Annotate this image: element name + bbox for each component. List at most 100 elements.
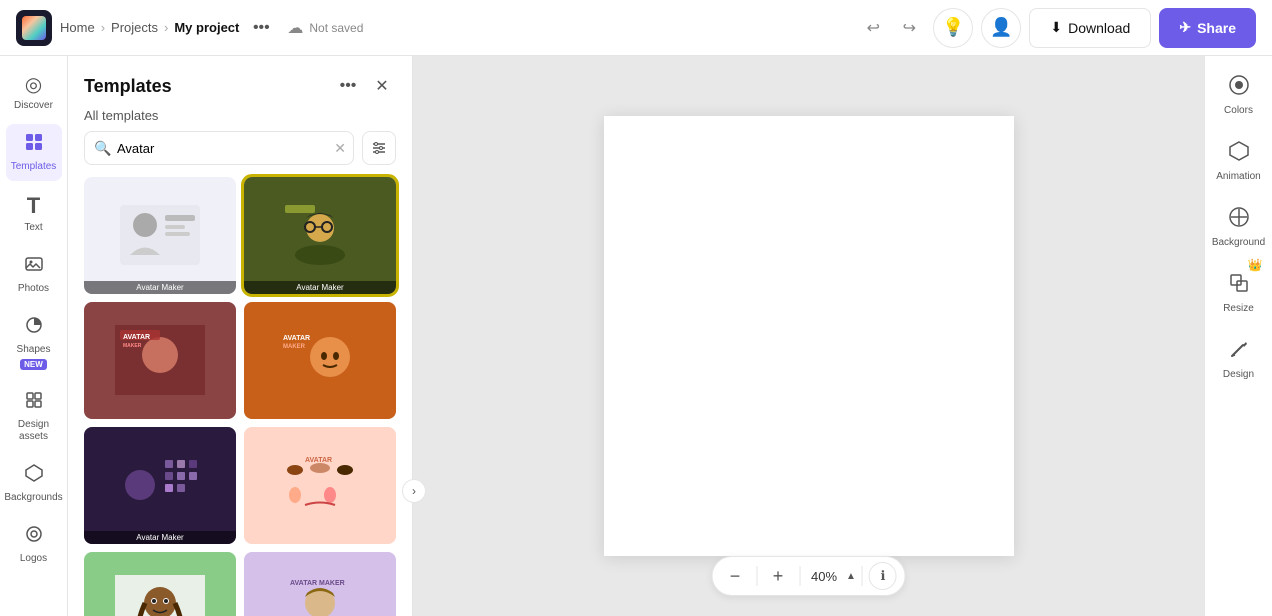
backgrounds-icon [24,463,44,489]
sidebar-item-logos[interactable]: Logos [6,516,62,573]
svg-text:AVATAR: AVATAR [123,334,150,341]
template-inner-7 [84,552,236,616]
sidebar-item-shapes[interactable]: Shapes NEW [6,307,62,378]
right-label-background: Background [1212,237,1265,248]
sidebar-item-design-assets[interactable]: Design assets [6,382,62,451]
sidebar-item-backgrounds[interactable]: Backgrounds [6,455,62,512]
panel-close-button[interactable]: ✕ [368,72,396,100]
search-clear-button[interactable]: ✕ [334,140,346,157]
crown-icon: 👑 [1248,258,1263,272]
templates-panel: Templates ••• ✕ All templates 🔍 ✕ [68,56,413,616]
breadcrumb-current[interactable]: My project [174,20,239,35]
template-card-6[interactable]: AVATAR [244,427,396,544]
panel-header: Templates ••• ✕ [68,56,412,108]
template-label-5: Avatar Maker [84,531,236,544]
sidebar-label-text: Text [24,222,42,234]
animation-icon [1228,140,1250,168]
logo [16,10,52,46]
more-options-button[interactable]: ••• [247,14,275,42]
templates-icon [24,132,44,158]
filter-button[interactable] [362,131,396,165]
collapse-panel-button[interactable]: › [402,479,426,503]
user-button[interactable]: 👤 [981,8,1021,48]
share-button[interactable]: ✈ Share [1159,8,1256,48]
bulb-button[interactable]: 💡 [933,8,973,48]
right-item-colors[interactable]: Colors [1211,64,1267,126]
save-status-text: Not saved [309,21,363,35]
svg-text:MAKER: MAKER [123,343,142,349]
zoom-divider-2 [799,566,800,586]
right-label-design: Design [1223,369,1254,380]
template-inner-4: AVATAR MAKER [244,302,396,419]
template-card-3[interactable]: AVATAR MAKER [84,302,236,419]
template-card-1[interactable]: Avatar Maker [84,177,236,294]
share-icon: ✈ [1179,19,1191,36]
cloud-icon: ☁ [287,18,303,38]
template-label-2: Avatar Maker [244,281,396,294]
right-item-design[interactable]: Design [1211,328,1267,390]
sidebar-label-templates: Templates [11,161,57,173]
header-right: 💡 👤 ⬇ Download ✈ Share [933,8,1256,48]
sidebar-label-backgrounds: Backgrounds [4,492,62,504]
template-card-2[interactable]: Avatar Maker [244,177,396,294]
logos-icon [24,524,44,550]
search-icon: 🔍 [94,140,111,157]
template-inner-3: AVATAR MAKER [84,302,236,419]
design-icon [1228,338,1250,366]
breadcrumb-projects[interactable]: Projects [111,20,158,35]
download-icon: ⬇ [1050,19,1062,36]
zoom-chevron-icon[interactable]: ▲ [846,571,856,582]
background-icon [1228,206,1250,234]
zoom-divider-3 [862,566,863,586]
breadcrumb-home[interactable]: Home [60,20,95,35]
zoom-value[interactable]: 40% [806,569,842,584]
breadcrumb-sep-2: › [164,20,168,35]
template-inner-6: AVATAR [244,427,396,544]
sidebar-item-photos[interactable]: Photos [6,246,62,303]
download-button[interactable]: ⬇ Download [1029,8,1151,48]
template-card-8[interactable]: AVATAR MAKER [244,552,396,616]
undo-button[interactable]: ↩ [857,12,889,44]
sidebar-label-photos: Photos [18,283,49,295]
header: Home › Projects › My project ••• ☁ Not s… [0,0,1272,56]
breadcrumb: Home › Projects › My project [60,20,239,35]
zoom-info-button[interactable]: ℹ [869,562,897,590]
template-card-4[interactable]: AVATAR MAKER [244,302,396,419]
right-label-colors: Colors [1224,105,1253,116]
left-sidebar: ◎ Discover Templates T Text [0,56,68,616]
shapes-new-badge: NEW [20,359,47,370]
sidebar-label-logos: Logos [20,553,47,565]
right-sidebar: Colors Animation Background [1204,56,1272,616]
template-inner-2 [244,177,396,294]
right-item-resize[interactable]: 👑 Resize [1211,262,1267,324]
svg-text:MAKER: MAKER [283,344,306,350]
panel-more-button[interactable]: ••• [334,72,362,100]
template-inner-5 [84,427,236,544]
templates-grid: Avatar Maker [68,173,412,616]
search-input[interactable] [84,131,354,165]
breadcrumb-sep-1: › [101,20,105,35]
sidebar-item-text[interactable]: T Text [6,185,62,242]
right-item-animation[interactable]: Animation [1211,130,1267,192]
sidebar-item-templates[interactable]: Templates [6,124,62,181]
sidebar-label-design-assets: Design assets [10,419,58,443]
colors-icon [1228,74,1250,102]
save-status: ☁ Not saved [287,18,363,38]
template-label-1: Avatar Maker [84,281,236,294]
zoom-divider [756,566,757,586]
search-container: 🔍 ✕ [84,131,354,165]
zoom-out-button[interactable]: − [720,561,750,591]
shapes-icon [24,315,44,341]
svg-text:AVATAR MAKER: AVATAR MAKER [290,580,345,587]
all-templates-label: All templates [68,108,412,131]
photos-icon [24,254,44,280]
sidebar-item-discover[interactable]: ◎ Discover [6,64,62,120]
right-item-background[interactable]: Background [1211,196,1267,258]
discover-icon: ◎ [25,72,42,97]
template-card-5[interactable]: Avatar Maker [84,427,236,544]
template-inner-1 [84,177,236,294]
redo-button[interactable]: ↪ [893,12,925,44]
svg-text:AVATAR: AVATAR [305,457,332,464]
zoom-in-button[interactable]: + [763,561,793,591]
template-card-7[interactable]: Avatar Maker [84,552,236,616]
